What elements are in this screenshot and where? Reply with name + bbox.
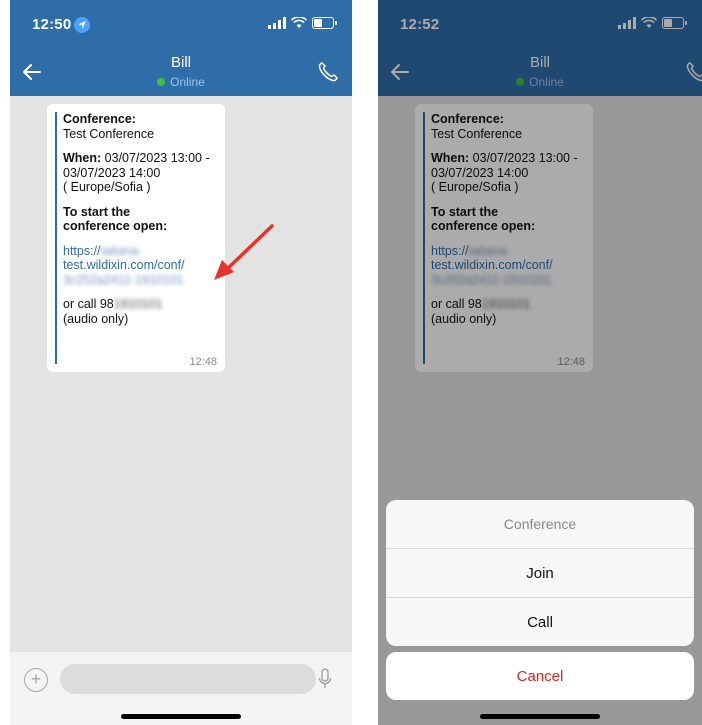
conference-invite: Conference: Test Conference When: 03/07/… [55, 112, 217, 364]
message-time: 12:48 [189, 356, 217, 368]
plus-icon[interactable]: + [24, 668, 48, 692]
contact-info[interactable]: Bill Online [10, 54, 352, 89]
phone-icon[interactable] [316, 60, 340, 84]
conference-link[interactable]: https://tatiana- test.wildixin.com/conf/… [63, 244, 217, 288]
battery-icon [312, 17, 337, 29]
phone-screen-left: 12:50 Bill Online Conference: Test Confe… [10, 0, 352, 725]
timezone: ( Europe/Sofia ) [63, 180, 151, 194]
conference-name: Test Conference [63, 126, 155, 141]
location-arrow-icon [74, 17, 90, 33]
status-bar: 12:50 [10, 0, 352, 48]
call-info: or call 981910101 (audio only) [63, 297, 163, 326]
presence-status: Online [10, 75, 352, 89]
online-dot-icon [157, 78, 166, 86]
when-start: 03/07/2023 13:00 - [101, 151, 210, 165]
compose-bar: + [10, 652, 352, 725]
presence-label: Online [170, 75, 205, 89]
annotation-arrow-icon [214, 224, 274, 280]
home-indicator [480, 714, 600, 719]
action-sheet-title: Conference [386, 500, 694, 549]
microphone-icon[interactable] [318, 668, 332, 690]
home-indicator [121, 714, 241, 719]
system-icons [268, 17, 337, 29]
call-button[interactable]: Call [386, 598, 694, 646]
start-instruction: To start the conference open: [63, 204, 168, 234]
message-input[interactable] [60, 664, 316, 694]
join-button[interactable]: Join [386, 549, 694, 598]
cancel-button[interactable]: Cancel [386, 652, 694, 700]
chat-header: Bill Online [10, 48, 352, 96]
conference-label: Conference: [63, 112, 136, 126]
phone-screen-right: 12:52 Bill Online Conference: Test Confe… [378, 0, 702, 725]
signal-icon [268, 17, 286, 29]
status-time: 12:50 [32, 16, 72, 33]
action-sheet: Conference Join Call [386, 500, 694, 646]
when-label: When: [63, 151, 102, 165]
contact-name: Bill [170, 54, 191, 71]
wifi-icon [291, 17, 307, 28]
message-bubble: Conference: Test Conference When: 03/07/… [47, 104, 225, 372]
when-end: 03/07/2023 14:00 [63, 165, 161, 180]
